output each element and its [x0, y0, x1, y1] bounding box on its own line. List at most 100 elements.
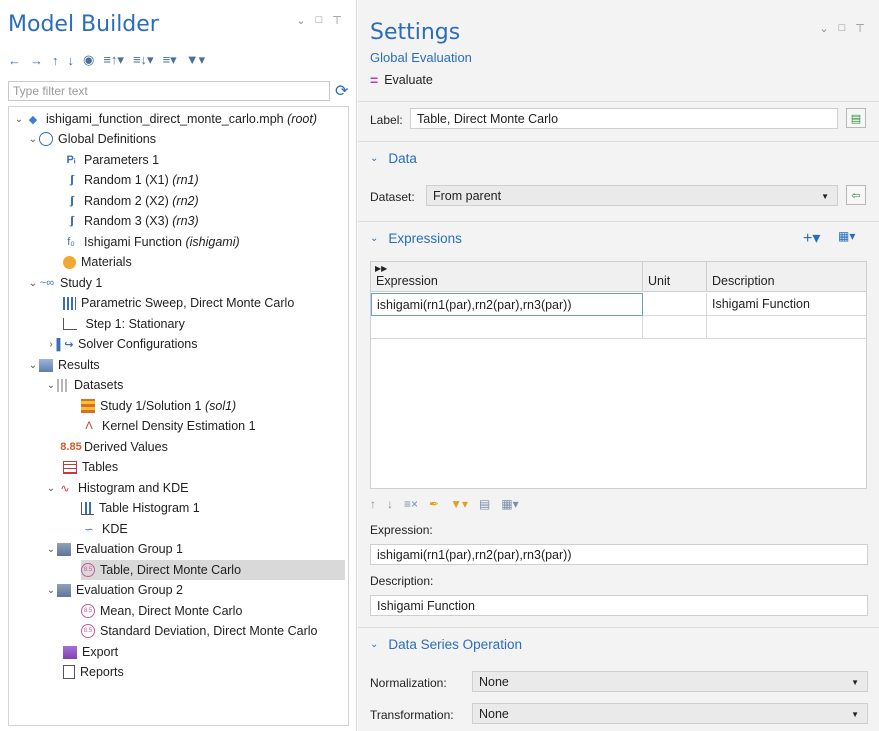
label-reset-button[interactable]: ▤: [846, 108, 866, 128]
replace-expression-icon[interactable]: ▦▾: [838, 229, 855, 243]
add-node-icon[interactable]: ▼▾: [186, 52, 205, 68]
global-evaluation-icon: 8.5: [81, 604, 95, 618]
pin-icon[interactable]: ⊤: [332, 14, 342, 27]
table-row[interactable]: ishigami(rn1(par),rn2(par),rn3(par)) Ish…: [371, 293, 866, 316]
section-expressions-header[interactable]: ⌄ Expressions: [358, 223, 879, 253]
study-icon: ~∞: [39, 277, 55, 289]
normalization-select[interactable]: None ▼: [472, 671, 868, 692]
table-cell-expression[interactable]: [371, 316, 643, 339]
chevron-down-icon[interactable]: ⌄: [45, 380, 57, 391]
chevron-down-icon[interactable]: ⌄: [296, 14, 306, 27]
evaluate-button[interactable]: = Evaluate: [370, 72, 433, 88]
expression-field[interactable]: ishigami(rn1(par),rn2(par),rn3(par)): [370, 544, 868, 565]
tree-node-ishigami-function[interactable]: f₀ Ishigami Function (ishigami): [63, 232, 239, 252]
tree-node-reports[interactable]: Reports: [63, 662, 124, 682]
tree-node-histogram-kde[interactable]: ⌄ ∿ Histogram and KDE: [45, 478, 189, 498]
refresh-icon[interactable]: ⟳: [335, 81, 348, 101]
tree-node-parametric-sweep[interactable]: Parametric Sweep, Direct Monte Carlo: [63, 293, 294, 313]
transformation-select[interactable]: None ▼: [472, 703, 868, 724]
report-icon: [63, 665, 75, 679]
collapse-sections-icon[interactable]: ≡↓▾: [133, 52, 154, 68]
table-cell-unit[interactable]: [643, 316, 707, 339]
tree-node-step-1[interactable]: Step 1: Stationary: [63, 314, 185, 334]
column-header-expression[interactable]: Expression: [371, 262, 643, 292]
save-to-file-icon[interactable]: ▤: [479, 497, 490, 511]
chevron-down-icon[interactable]: ⌄: [45, 483, 57, 494]
show-icon[interactable]: ◉: [83, 52, 94, 68]
tree-node-evaluation-group-2[interactable]: ⌄ Evaluation Group 2: [45, 580, 183, 600]
chevron-right-icon[interactable]: ›: [45, 339, 57, 350]
move-up-icon[interactable]: ↑: [370, 497, 376, 511]
tree-node-derived-values[interactable]: 8.85 Derived Values: [60, 437, 168, 457]
tree-node-evaluation-group-1[interactable]: ⌄ Evaluation Group 1: [45, 539, 183, 559]
clear-table-icon[interactable]: ✒: [429, 497, 439, 511]
datasets-icon: [57, 378, 69, 392]
chevron-down-icon[interactable]: ⌄: [819, 22, 829, 35]
tree-node-kde[interactable]: ∽ KDE: [81, 519, 127, 539]
add-expression-icon[interactable]: +▾: [803, 228, 820, 248]
evaluate-icon: =: [370, 72, 379, 88]
section-data-series-header[interactable]: ⌄ Data Series Operation: [358, 629, 879, 659]
arrow-down-icon[interactable]: ↓: [68, 53, 75, 68]
tree-node-std-direct-monte-carlo[interactable]: 8.5 Standard Deviation, Direct Monte Car…: [81, 621, 317, 641]
tree-node-export[interactable]: Export: [63, 642, 118, 662]
table-cell-description[interactable]: [707, 316, 868, 339]
expressions-table: ▶▶ Expression Unit Description ishigami(…: [370, 261, 867, 489]
column-header-unit[interactable]: Unit: [643, 262, 707, 292]
description-field[interactable]: Ishigami Function: [370, 595, 868, 616]
tree-node-solution-1[interactable]: Study 1/Solution 1 (sol1): [81, 396, 236, 416]
tree-node-tables[interactable]: Tables: [63, 457, 118, 477]
tree-node-datasets[interactable]: ⌄ Datasets: [45, 375, 124, 395]
chevron-down-icon[interactable]: ⌄: [45, 585, 57, 596]
chevron-down-icon[interactable]: ⌄: [27, 360, 39, 371]
maximize-icon[interactable]: □: [837, 22, 847, 35]
settings-window-controls: ⌄ □ ⊤: [819, 22, 865, 35]
global-evaluation-icon: 8.5: [81, 563, 95, 577]
chevron-down-icon[interactable]: ⌄: [45, 544, 57, 555]
move-down-icon[interactable]: ↓: [387, 497, 393, 511]
random-function-icon: ∫∫: [69, 174, 74, 186]
tree-node-parameters[interactable]: Pᵢ Parameters 1: [63, 150, 159, 170]
load-from-file-icon[interactable]: ▼▾: [450, 497, 468, 511]
tree-node-study-1[interactable]: ⌄ ~∞ Study 1: [27, 273, 103, 293]
tree-node-root[interactable]: ⌄ ◆ ishigami_function_direct_monte_carlo…: [13, 109, 317, 129]
pin-icon[interactable]: ⊤: [855, 22, 865, 35]
tree-node-random-1[interactable]: ∫∫ Random 1 (X1) (rn1): [63, 170, 199, 190]
chevron-down-icon[interactable]: ⌄: [27, 278, 39, 289]
column-header-description[interactable]: Description: [707, 262, 868, 292]
arrow-up-icon[interactable]: ↑: [52, 53, 59, 68]
chevron-down-icon[interactable]: ⌄: [27, 134, 39, 145]
filter-input[interactable]: Type filter text: [8, 81, 330, 101]
tree-node-solver-configurations[interactable]: › ▌↪ Solver Configurations: [45, 334, 197, 354]
delete-rows-icon[interactable]: ≡×: [404, 497, 418, 511]
list-options-icon[interactable]: ≡▾: [163, 52, 177, 68]
tree-node-kde-1[interactable]: Λ Kernel Density Estimation 1: [81, 416, 255, 436]
go-to-source-button[interactable]: ⇦: [846, 185, 866, 205]
tree-node-random-2[interactable]: ∫∫ Random 2 (X2) (rn2): [63, 191, 199, 211]
tree-node-global-definitions[interactable]: ⌄ Global Definitions: [27, 129, 156, 149]
expression-caption: Expression:: [370, 523, 433, 537]
dataset-select[interactable]: From parent ▼: [426, 185, 838, 206]
label-caption: Label:: [370, 113, 403, 127]
arrow-right-icon[interactable]: →: [30, 53, 43, 68]
chevron-down-icon[interactable]: ⌄: [13, 114, 25, 125]
tree-node-materials[interactable]: Materials: [63, 252, 132, 272]
materials-icon: [63, 255, 76, 269]
globe-icon: [39, 132, 53, 146]
arrow-left-icon[interactable]: ←: [8, 53, 21, 68]
table-cell-description[interactable]: Ishigami Function: [707, 293, 868, 316]
table-options-icon[interactable]: ▦▾: [501, 497, 518, 511]
tree-node-mean-direct-monte-carlo[interactable]: 8.5 Mean, Direct Monte Carlo: [81, 601, 242, 621]
expand-sections-icon[interactable]: ≡↑▾: [103, 52, 124, 68]
parametric-sweep-icon: [63, 296, 76, 310]
tree-node-table-histogram[interactable]: Table Histogram 1: [81, 498, 200, 518]
label-field[interactable]: Table, Direct Monte Carlo: [410, 108, 838, 129]
table-row[interactable]: [371, 316, 866, 339]
section-data-header[interactable]: ⌄ Data: [358, 143, 879, 173]
table-cell-expression[interactable]: ishigami(rn1(par),rn2(par),rn3(par)): [371, 293, 643, 316]
table-cell-unit[interactable]: [643, 293, 707, 316]
tree-node-results[interactable]: ⌄ Results: [27, 355, 100, 375]
tree-node-table-direct-monte-carlo[interactable]: 8.5 Table, Direct Monte Carlo: [81, 560, 345, 580]
maximize-icon[interactable]: □: [314, 14, 324, 27]
tree-node-random-3[interactable]: ∫∫ Random 3 (X3) (rn3): [63, 211, 199, 231]
